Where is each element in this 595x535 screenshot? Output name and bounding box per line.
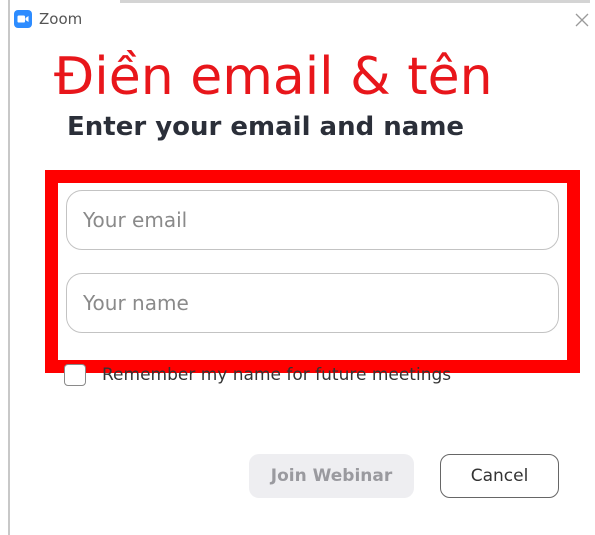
email-field[interactable] bbox=[66, 190, 559, 250]
page-title: Enter your email and name bbox=[67, 112, 465, 142]
zoom-join-dialog: Zoom Điền email & tên Enter your email a… bbox=[0, 0, 595, 535]
window-title: Zoom bbox=[39, 10, 83, 28]
title-bar: Zoom bbox=[0, 0, 595, 40]
join-webinar-button[interactable]: Join Webinar bbox=[249, 454, 414, 498]
remember-checkbox[interactable] bbox=[64, 364, 86, 386]
zoom-camera-icon bbox=[14, 10, 32, 28]
remember-label: Remember my name for future meetings bbox=[102, 365, 452, 385]
name-field[interactable] bbox=[66, 273, 559, 333]
cancel-button[interactable]: Cancel bbox=[440, 454, 559, 498]
remember-name-option[interactable]: Remember my name for future meetings bbox=[64, 362, 451, 388]
close-icon[interactable] bbox=[574, 12, 590, 28]
window-left-border bbox=[8, 0, 10, 535]
overlay-caption: Điền email & tên bbox=[54, 47, 493, 107]
